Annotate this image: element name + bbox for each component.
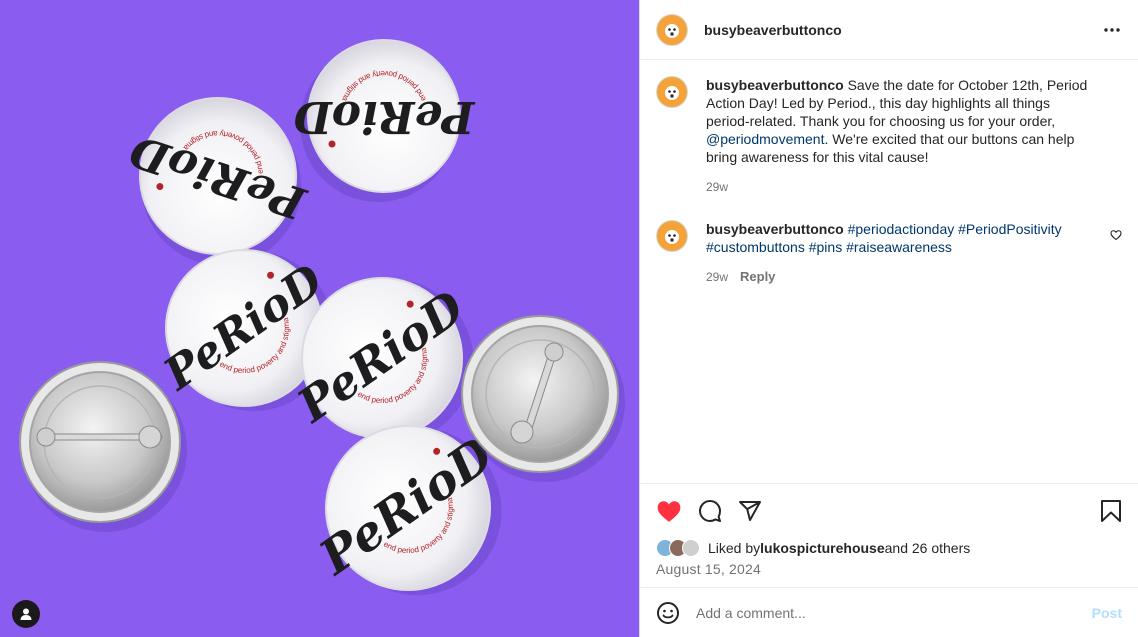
bookmark-icon	[1101, 499, 1121, 522]
share-icon	[739, 500, 761, 521]
comment-text: busybeaverbuttonco #periodactionday #Per…	[706, 220, 1090, 256]
reply-button[interactable]: Reply	[740, 268, 775, 286]
header-username[interactable]: busybeaverbuttonco	[704, 22, 842, 38]
comments-section: busybeaverbuttonco Save the date for Oct…	[640, 60, 1138, 483]
share-button[interactable]	[738, 499, 762, 523]
action-bar	[640, 483, 1138, 537]
emoji-button[interactable]	[656, 601, 680, 625]
caption-body: busybeaverbuttonco Save the date for Oct…	[706, 76, 1090, 196]
buttons-photo: PeRioD end period poverty and stigma PeR…	[0, 0, 639, 637]
more-icon	[1104, 27, 1120, 32]
liker-avatars[interactable]	[656, 539, 700, 557]
likes-summary: Liked by lukospicturehouse and 26 others	[640, 537, 1138, 559]
user-tag-button[interactable]	[12, 600, 40, 628]
hashtag-link[interactable]: #PeriodPositivity	[958, 221, 1062, 237]
comment-username[interactable]: busybeaverbuttonco	[706, 221, 844, 237]
liker-username[interactable]: lukospicturehouse	[760, 540, 884, 556]
post-date[interactable]: August 15, 2024	[640, 561, 1138, 587]
like-button[interactable]	[656, 499, 682, 523]
avatar[interactable]	[656, 13, 688, 46]
more-options-button[interactable]	[1102, 20, 1122, 40]
caption-meta: 29w	[706, 178, 1090, 196]
comment-body: busybeaverbuttonco #periodactionday #Per…	[706, 220, 1090, 286]
save-button[interactable]	[1100, 499, 1122, 523]
hashtag-link[interactable]: #custombuttons	[706, 239, 805, 255]
avatar[interactable]	[656, 76, 688, 108]
add-comment-bar: Post	[640, 587, 1138, 637]
post-modal: PeRioD end period poverty and stigma PeR…	[0, 0, 1138, 637]
comment-time[interactable]: 29w	[706, 268, 728, 286]
beaver-logo-icon	[661, 225, 683, 247]
avatar	[682, 539, 700, 557]
comment-icon	[699, 499, 721, 522]
comment-input[interactable]	[696, 604, 1092, 621]
likes-prefix: Liked by	[708, 540, 761, 556]
caption-username[interactable]: busybeaverbuttonco	[706, 77, 844, 93]
beaver-logo-icon	[661, 81, 683, 103]
hashtag-link[interactable]: #periodactionday	[848, 221, 955, 237]
mention-link[interactable]: @periodmovement	[706, 131, 825, 147]
heart-filled-icon	[657, 500, 681, 522]
hashtag-link[interactable]: #raiseawareness	[846, 239, 952, 255]
svg-text:PeRioD: PeRioD	[294, 91, 477, 142]
comment-button[interactable]	[698, 499, 722, 523]
caption-time[interactable]: 29w	[706, 178, 728, 196]
caption-text: busybeaverbuttonco Save the date for Oct…	[706, 76, 1090, 166]
post-header: busybeaverbuttonco	[640, 0, 1138, 60]
caption: busybeaverbuttonco Save the date for Oct…	[656, 76, 1122, 196]
emoji-icon	[657, 601, 679, 624]
user-tag-icon	[20, 608, 32, 620]
likes-suffix[interactable]: and 26 others	[885, 540, 971, 556]
avatar[interactable]	[656, 220, 688, 252]
comment-like-button[interactable]	[1110, 228, 1122, 246]
post-media[interactable]: PeRioD end period poverty and stigma PeR…	[0, 0, 639, 637]
beaver-logo-icon	[661, 18, 683, 41]
heart-outline-icon	[1110, 230, 1122, 241]
post-button[interactable]: Post	[1092, 605, 1122, 621]
hashtag-link[interactable]: #pins	[809, 239, 842, 255]
comment: busybeaverbuttonco #periodactionday #Per…	[656, 220, 1122, 286]
comment-meta: 29w Reply	[706, 268, 1090, 286]
post-details-panel: busybeaverbuttonco busybeaverbuttonco Sa…	[639, 0, 1138, 637]
